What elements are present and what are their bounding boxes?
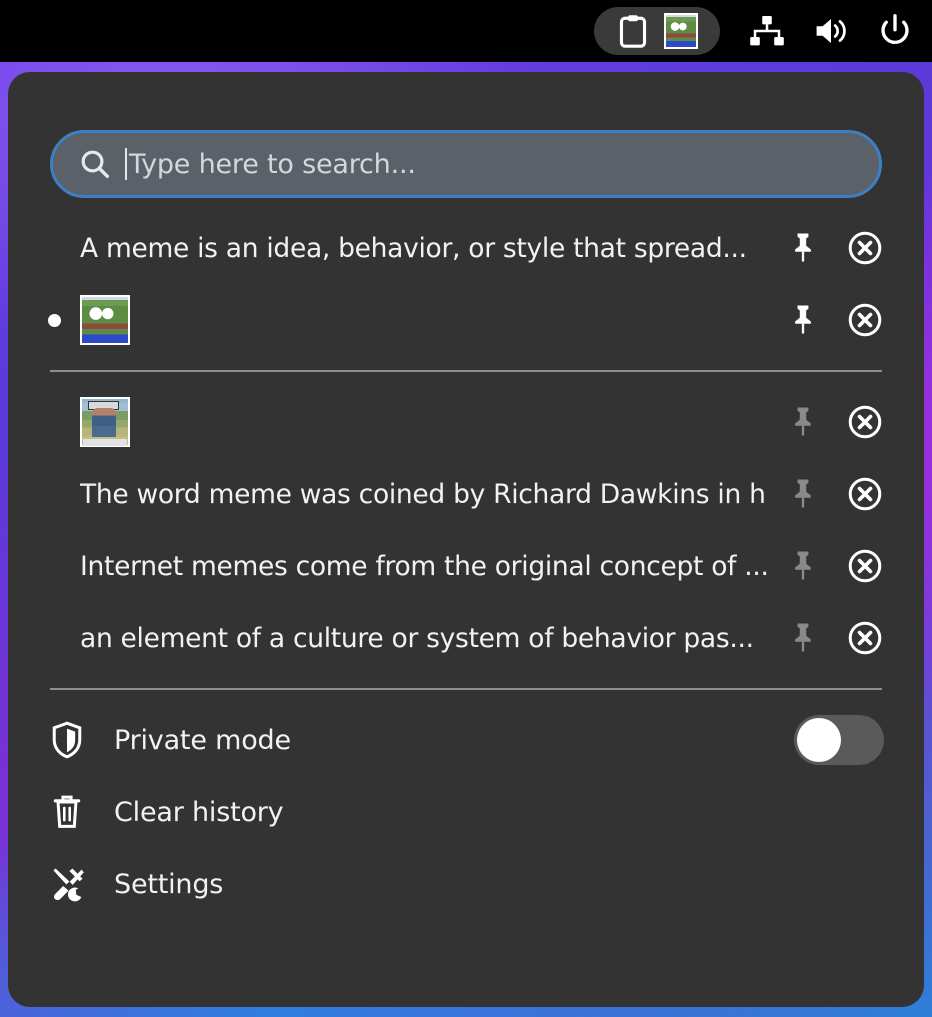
tools-icon <box>50 865 92 903</box>
search-field[interactable]: Type here to search... <box>50 130 882 198</box>
menu-item-settings[interactable]: Settings <box>8 848 924 920</box>
clip-item-row[interactable] <box>8 386 924 458</box>
clip-actions <box>786 549 882 583</box>
shield-icon <box>50 721 92 759</box>
private-mode-toggle[interactable] <box>794 715 884 765</box>
pin-icon[interactable] <box>786 231 820 265</box>
clip-item-row[interactable] <box>8 284 924 356</box>
pinned-clip-list: A meme is an idea, behavior, or style th… <box>8 212 924 356</box>
pin-icon[interactable] <box>786 549 820 583</box>
history-clip-list: The word meme was coined by Richard Dawk… <box>8 386 924 674</box>
power-icon[interactable] <box>876 12 914 50</box>
remove-circle-icon[interactable] <box>848 405 882 439</box>
selected-dot <box>47 313 61 327</box>
search-icon <box>79 148 111 180</box>
clip-item-row[interactable]: A meme is an idea, behavior, or style th… <box>8 212 924 284</box>
clip-actions <box>786 231 882 265</box>
clip-text: Internet memes come from the original co… <box>80 550 768 582</box>
selection-indicator-slot <box>40 313 68 327</box>
volume-icon[interactable] <box>812 12 850 50</box>
trash-icon <box>50 793 92 831</box>
clipboard-manager-panel: Type here to search... A meme is an idea… <box>8 72 924 1007</box>
pin-icon[interactable] <box>786 303 820 337</box>
toggle-knob <box>797 718 841 762</box>
clip-text: an element of a culture or system of beh… <box>80 622 754 654</box>
clipboard-icon[interactable] <box>616 14 650 48</box>
clip-content <box>68 295 768 345</box>
network-icon[interactable] <box>748 12 786 50</box>
remove-circle-icon[interactable] <box>848 477 882 511</box>
remove-circle-icon[interactable] <box>848 231 882 265</box>
clip-content: The word meme was coined by Richard Dawk… <box>68 479 768 510</box>
remove-circle-icon[interactable] <box>848 303 882 337</box>
system-tray <box>748 12 914 50</box>
frog-image-icon[interactable] <box>664 13 698 49</box>
clip-content: A meme is an idea, behavior, or style th… <box>68 233 768 264</box>
tray-active-group <box>594 7 720 55</box>
clip-text: The word meme was coined by Richard Dawk… <box>80 478 768 510</box>
section-divider <box>50 370 882 372</box>
clip-text: A meme is an idea, behavior, or style th… <box>80 232 747 264</box>
clip-actions <box>786 405 882 439</box>
menu-label: Private mode <box>114 724 291 756</box>
pin-icon[interactable] <box>786 405 820 439</box>
clip-content <box>68 397 768 447</box>
menu-label: Settings <box>114 868 224 900</box>
clip-item-row[interactable]: Internet memes come from the original co… <box>8 530 924 602</box>
frog-thumbnail <box>664 13 698 49</box>
menu-item-private-mode[interactable]: Private mode <box>8 704 924 776</box>
clip-item-row[interactable]: an element of a culture or system of beh… <box>8 602 924 674</box>
panel-menu: Private mode Clear history Settings <box>8 704 924 920</box>
text-cursor <box>125 148 127 180</box>
remove-circle-icon[interactable] <box>848 621 882 655</box>
system-topbar <box>0 0 932 62</box>
clip-content: an element of a culture or system of beh… <box>68 623 768 654</box>
clip-item-row[interactable]: The word meme was coined by Richard Dawk… <box>8 458 924 530</box>
meme-photo-thumbnail <box>80 397 130 447</box>
clip-actions <box>786 621 882 655</box>
remove-circle-icon[interactable] <box>848 549 882 583</box>
menu-divider <box>50 688 882 690</box>
pin-icon[interactable] <box>786 621 820 655</box>
menu-label: Clear history <box>114 796 284 828</box>
clip-actions <box>786 303 882 337</box>
clip-actions <box>786 477 882 511</box>
pepe-frog-thumbnail <box>80 295 130 345</box>
clip-content: Internet memes come from the original co… <box>68 551 768 582</box>
search-placeholder: Type here to search... <box>129 148 416 180</box>
pin-icon[interactable] <box>786 477 820 511</box>
menu-item-clear-history[interactable]: Clear history <box>8 776 924 848</box>
